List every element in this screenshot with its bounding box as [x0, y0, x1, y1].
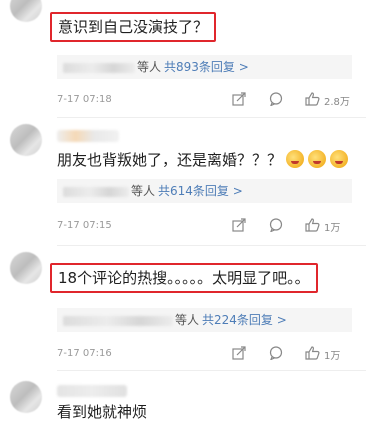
reply-summary[interactable]: 等人 共224条回复 > [57, 308, 352, 332]
share-button[interactable] [232, 218, 246, 232]
comment-icon [269, 92, 283, 106]
username-blurred[interactable] [57, 385, 127, 397]
thumbs-up-icon [305, 346, 320, 360]
share-icon [232, 218, 246, 232]
comment-button[interactable] [269, 92, 283, 106]
username-blurred[interactable] [57, 130, 119, 142]
reply-count-link[interactable]: 共224条回复 > [202, 313, 287, 327]
reply-count-link[interactable]: 共893条回复 > [164, 60, 249, 74]
grinning-face-emoji-icon [308, 150, 327, 168]
replier-names-blurred [63, 186, 129, 197]
reply-suffix: 等人 [131, 184, 156, 198]
avatar[interactable] [10, 124, 42, 156]
comment-4: 看到她就神烦 [0, 371, 366, 430]
comment-date: 7-17 07:15 [57, 220, 112, 231]
avatar[interactable] [10, 0, 42, 22]
share-button[interactable] [232, 346, 246, 360]
share-icon [232, 92, 246, 106]
comment-text: 看到她就神烦 [57, 403, 148, 421]
comment-icon [269, 346, 283, 360]
share-button[interactable] [232, 92, 246, 106]
comment-text: 朋友也背叛她了，还是离婚？？？ [57, 150, 349, 170]
grinning-face-emoji-icon [330, 150, 349, 168]
replier-names-blurred [63, 62, 135, 73]
reply-suffix: 等人 [137, 60, 162, 74]
like-button[interactable]: 2.8万 [305, 92, 350, 108]
reply-suffix: 等人 [175, 313, 200, 327]
share-icon [232, 346, 246, 360]
reply-summary[interactable]: 等人 共614条回复 > [57, 179, 352, 203]
replier-names-blurred [63, 315, 173, 326]
reply-count-link[interactable]: 共614条回复 > [158, 184, 243, 198]
comment-text: 18个评论的热搜。。。。。太明显了吧。。 [50, 263, 318, 293]
comment-3: 18个评论的热搜。。。。。太明显了吧。。 等人 共224条回复 > 7-17 07… [0, 246, 366, 366]
comment-icon [269, 218, 283, 232]
like-count: 1万 [324, 351, 341, 362]
like-button[interactable]: 1万 [305, 346, 340, 362]
grinning-face-emoji-icon [286, 150, 305, 168]
like-button[interactable]: 1万 [305, 218, 340, 234]
comment-button[interactable] [269, 346, 283, 360]
comment-text: 意识到自己没演技了？ [50, 12, 217, 42]
like-count: 2.8万 [324, 97, 350, 108]
comment-button[interactable] [269, 218, 283, 232]
comment-text-body: 朋友也背叛她了，还是离婚？？？ [57, 151, 283, 169]
reply-summary[interactable]: 等人 共893条回复 > [57, 55, 352, 79]
avatar[interactable] [10, 381, 42, 413]
thumbs-up-icon [305, 218, 320, 232]
comment-date: 7-17 07:18 [57, 94, 112, 105]
comment-1: 意识到自己没演技了？ 等人 共893条回复 > 7-17 07:18 2.8万 [0, 0, 366, 118]
thumbs-up-icon [305, 92, 320, 106]
like-count: 1万 [324, 223, 341, 234]
avatar[interactable] [10, 252, 42, 284]
comment-2: 朋友也背叛她了，还是离婚？？？ 等人 共614条回复 > 7-17 07:15 1… [0, 118, 366, 246]
comment-date: 7-17 07:16 [57, 348, 112, 359]
